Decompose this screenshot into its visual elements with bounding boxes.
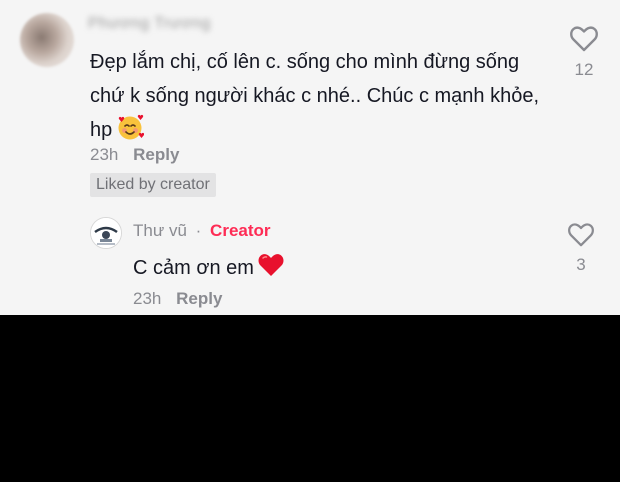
heart-outline-icon[interactable] (567, 222, 595, 248)
name-separator: · (195, 221, 202, 240)
reply-author: Thư vũ · Creator (133, 220, 271, 242)
reply-body: C cảm ơn em (133, 257, 254, 279)
comment-reply-button[interactable]: Reply (133, 145, 179, 164)
reply-meta: 23h Reply (133, 288, 222, 310)
reply-username[interactable]: Thư vũ (133, 221, 187, 240)
comment-panel: Phương Trương Đẹp lắm chị, cố lên c. sốn… (0, 0, 620, 315)
comment-time: 23h (90, 145, 119, 164)
reply-time: 23h (133, 289, 162, 308)
creator-label: Creator (210, 221, 271, 240)
reply-text: C cảm ơn em (133, 252, 285, 280)
creator-avatar[interactable] (90, 217, 122, 249)
commenter-avatar[interactable] (20, 13, 74, 67)
black-area (0, 315, 620, 482)
reply-reply-button[interactable]: Reply (176, 289, 222, 308)
commenter-username[interactable]: Phương Trương (88, 15, 211, 33)
reply-like-button[interactable]: 3 (566, 222, 596, 275)
liked-by-creator-badge: Liked by creator (90, 173, 216, 197)
comment-body: Đẹp lắm chị, cố lên c. sống cho mình đừn… (90, 51, 540, 141)
comment-text: Đẹp lắm chị, cố lên c. sống cho mình đừn… (90, 45, 550, 152)
comment-like-count: 12 (574, 60, 594, 79)
heart-outline-icon[interactable] (569, 25, 599, 53)
reply-like-count: 3 (576, 255, 586, 274)
comment-meta: 23h Reply (90, 144, 179, 166)
comment-like-button[interactable]: 12 (569, 25, 599, 80)
red-heart-icon (257, 252, 285, 286)
